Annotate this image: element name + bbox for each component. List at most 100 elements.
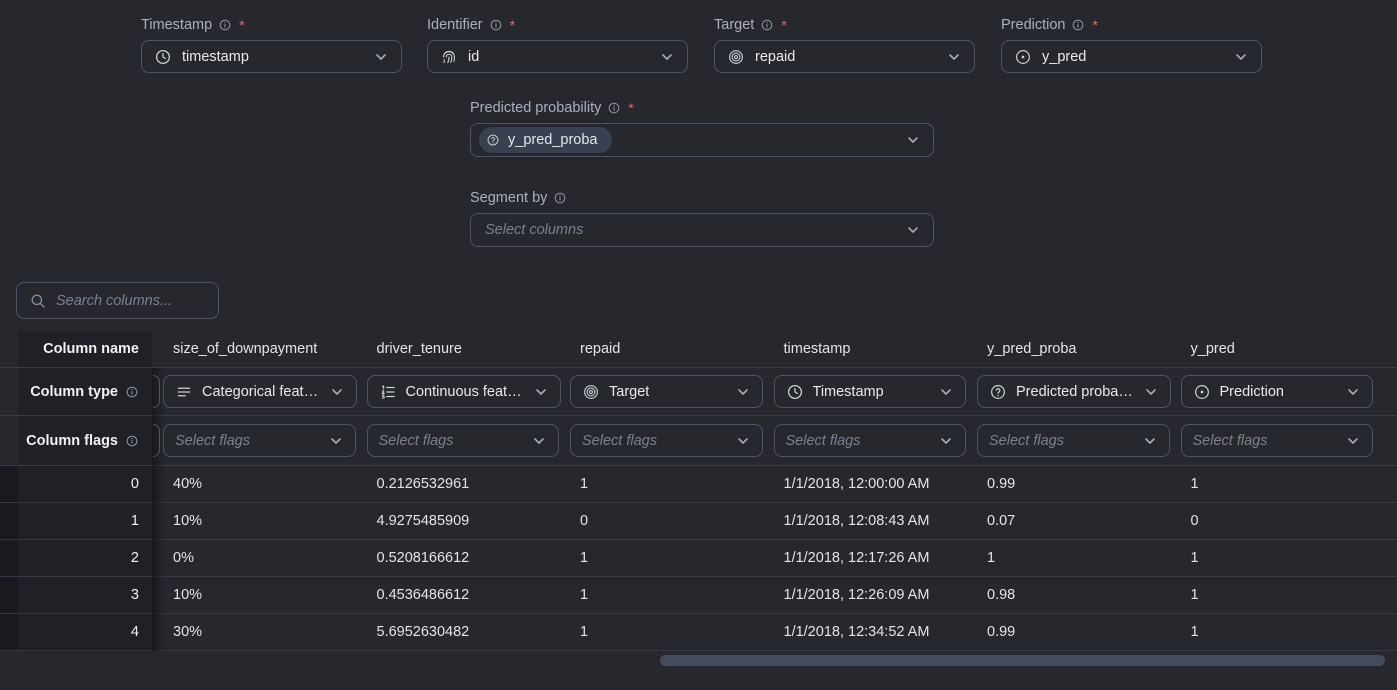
table-gutter — [0, 614, 18, 650]
column-type-value: Categorical feature — [202, 384, 320, 400]
cell-repaid-2: 1 — [559, 540, 763, 576]
categorical-icon — [175, 383, 193, 401]
column-flags-cell-driver_tenure: Select flags — [356, 416, 560, 465]
cell-repaid-3: 1 — [559, 577, 763, 613]
column-flags-cell-size_of_downpayment: Select flags — [152, 416, 356, 465]
cell-repaid-0: 1 — [559, 466, 763, 502]
horizontal-scrollbar-thumb[interactable] — [660, 655, 1385, 666]
continuous-icon — [379, 383, 397, 401]
cell-y_pred-2: 1 — [1170, 540, 1374, 576]
column-flags-placeholder: Select flags — [989, 433, 1064, 449]
cell-repaid-4: 1 — [559, 614, 763, 650]
chevron-down-icon — [659, 49, 675, 65]
table-gutter — [0, 368, 18, 415]
chevron-down-icon — [938, 384, 954, 400]
column-flags-placeholder: Select flags — [582, 433, 657, 449]
column-flags-select-size_of_downpayment[interactable]: Select flags — [163, 424, 356, 457]
cell-repaid-1: 0 — [559, 503, 763, 539]
column-type-row: Column type Categorical feature Continuou… — [0, 368, 1397, 416]
info-icon[interactable] — [489, 18, 503, 32]
info-icon[interactable] — [760, 18, 774, 32]
column-type-select-driver_tenure[interactable]: Continuous feature — [367, 375, 561, 408]
chevron-down-icon — [905, 222, 921, 238]
cell-timestamp-3: 1/1/2018, 12:26:09 AM — [763, 577, 967, 613]
row-index: 1 — [18, 503, 152, 539]
column-type-value: Timestamp — [813, 384, 884, 400]
clipped-select-fragment — [153, 424, 160, 457]
prediction-select[interactable]: y_pred — [1001, 40, 1262, 73]
fingerprint-icon — [440, 48, 458, 66]
chevron-down-icon — [938, 433, 954, 449]
table-row-4: 430%5.695263048211/1/2018, 12:34:52 AM0.… — [0, 614, 1397, 651]
identifier-field: Identifier id — [427, 16, 688, 73]
info-icon[interactable] — [607, 101, 621, 115]
row-index: 3 — [18, 577, 152, 613]
timestamp-select[interactable]: timestamp — [141, 40, 402, 73]
column-flags-header-text: Column flags — [26, 433, 118, 449]
column-type-select-repaid[interactable]: Target — [570, 375, 763, 408]
info-icon[interactable] — [125, 385, 139, 399]
column-type-select-y_pred[interactable]: Prediction — [1181, 375, 1374, 408]
table-row-1: 110%4.927548590901/1/2018, 12:08:43 AM0.… — [0, 503, 1397, 540]
target-icon — [582, 383, 600, 401]
column-flags-select-timestamp[interactable]: Select flags — [774, 424, 967, 457]
cell-size_of_downpayment-4: 30% — [152, 614, 356, 650]
chevron-down-icon — [328, 433, 344, 449]
column-type-header: Column type — [18, 368, 152, 415]
column-type-select-y_pred_proba[interactable]: Predicted probability — [977, 375, 1171, 408]
column-header-y_pred_proba: y_pred_proba — [966, 331, 1170, 367]
column-type-cell-y_pred_proba: Predicted probability — [966, 368, 1170, 415]
identifier-field-label: Identifier — [427, 16, 688, 34]
required-asterisk — [238, 17, 244, 34]
column-type-select-timestamp[interactable]: Timestamp — [774, 375, 967, 408]
prediction-icon — [1014, 48, 1032, 66]
target-field: Target repaid — [714, 16, 975, 73]
column-type-cell-y_pred: Prediction — [1170, 368, 1374, 415]
cell-y_pred_proba-3: 0.98 — [966, 577, 1170, 613]
column-flags-placeholder: Select flags — [1193, 433, 1268, 449]
predicted-probability-select[interactable]: y_pred_proba — [470, 123, 934, 157]
segment-by-select[interactable]: Select columns — [470, 213, 934, 247]
target-icon — [727, 48, 745, 66]
chevron-down-icon — [1345, 433, 1361, 449]
column-type-select-size_of_downpayment[interactable]: Categorical feature — [163, 375, 357, 408]
timestamp-select-value: timestamp — [182, 49, 249, 65]
cell-timestamp-2: 1/1/2018, 12:17:26 AM — [763, 540, 967, 576]
prediction-field: Prediction y_pred — [1001, 16, 1262, 73]
prediction-label-text: Prediction — [1001, 17, 1065, 33]
cell-size_of_downpayment-3: 10% — [152, 577, 356, 613]
cell-size_of_downpayment-1: 10% — [152, 503, 356, 539]
column-flags-select-y_pred_proba[interactable]: Select flags — [977, 424, 1170, 457]
target-select[interactable]: repaid — [714, 40, 975, 73]
column-type-header-text: Column type — [30, 384, 118, 400]
info-icon[interactable] — [1071, 18, 1085, 32]
column-flags-placeholder: Select flags — [175, 433, 250, 449]
table-gutter — [0, 416, 18, 465]
cell-driver_tenure-4: 5.6952630482 — [356, 614, 560, 650]
chip-label: y_pred_proba — [508, 132, 598, 148]
column-header-repaid: repaid — [559, 331, 763, 367]
column-name-header-text: Column name — [43, 341, 139, 357]
cell-timestamp-1: 1/1/2018, 12:08:43 AM — [763, 503, 967, 539]
cell-y_pred_proba-4: 0.99 — [966, 614, 1170, 650]
predicted-probability-label-text: Predicted probability — [470, 100, 601, 116]
column-header-timestamp: timestamp — [763, 331, 967, 367]
chevron-down-icon — [946, 49, 962, 65]
column-flags-select-y_pred[interactable]: Select flags — [1181, 424, 1374, 457]
search-columns-input[interactable]: Search columns... — [16, 282, 219, 319]
cell-driver_tenure-3: 0.4536486612 — [356, 577, 560, 613]
table-gutter — [0, 577, 18, 613]
chevron-down-icon — [1345, 384, 1361, 400]
column-flags-placeholder: Select flags — [379, 433, 454, 449]
column-flags-row: Column flags Select flags Select flags Sel… — [0, 416, 1397, 466]
target-label-text: Target — [714, 17, 754, 33]
info-icon[interactable] — [218, 18, 232, 32]
column-flags-select-driver_tenure[interactable]: Select flags — [367, 424, 560, 457]
identifier-select[interactable]: id — [427, 40, 688, 73]
info-icon[interactable] — [553, 191, 567, 205]
column-flags-select-repaid[interactable]: Select flags — [570, 424, 763, 457]
selected-column-chip[interactable]: y_pred_proba — [479, 127, 612, 153]
question-circle-icon — [486, 133, 500, 147]
info-icon[interactable] — [125, 434, 139, 448]
table-row-3: 310%0.453648661211/1/2018, 12:26:09 AM0.… — [0, 577, 1397, 614]
